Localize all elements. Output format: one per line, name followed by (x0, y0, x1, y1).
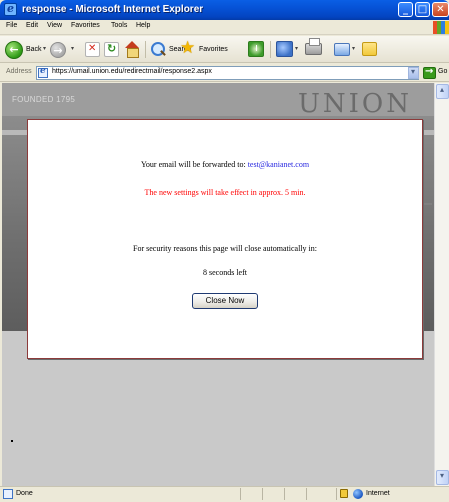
forward-prefix: Your email will be forwarded to: (140, 160, 248, 169)
window-title: response - Microsoft Internet Explorer (22, 4, 204, 15)
status-separator (284, 488, 285, 500)
menu-edit[interactable]: Edit (26, 22, 38, 29)
status-page-icon (3, 489, 13, 499)
status-separator (240, 488, 241, 500)
page-marker (11, 440, 13, 442)
response-panel: Your email will be forwarded to: test@ka… (27, 119, 423, 359)
status-text: Done (16, 490, 33, 497)
go-icon[interactable] (423, 66, 436, 79)
search-icon[interactable] (150, 41, 166, 57)
close-window-button[interactable]: ✕ (432, 2, 449, 17)
close-now-button[interactable]: Close Now (192, 293, 258, 309)
home-icon[interactable] (124, 41, 140, 58)
address-label: Address (6, 68, 32, 75)
stop-icon[interactable] (85, 42, 100, 57)
forward-icon[interactable]: → (50, 42, 66, 58)
countdown-text: 8 seconds left (203, 268, 247, 277)
back-icon[interactable]: ← (5, 41, 23, 59)
favorites-button-label[interactable]: Favorites (199, 46, 228, 53)
forward-message: Your email will be forwarded to: test@ka… (28, 160, 422, 169)
maximize-button[interactable]: □ (415, 2, 430, 17)
browser-window: response - Microsoft Internet Explorer _… (0, 0, 449, 502)
internet-zone-icon (353, 489, 363, 499)
close-icon: ✕ (436, 4, 445, 15)
history-icon[interactable] (248, 41, 264, 57)
status-separator (306, 488, 307, 500)
mail-dropdown-icon[interactable]: ▾ (295, 45, 298, 52)
favorites-star-icon[interactable]: ★ (180, 39, 195, 56)
ie-app-icon[interactable] (4, 2, 17, 16)
refresh-icon[interactable] (104, 42, 119, 57)
forward-email-link[interactable]: test@kanianet.com (248, 160, 309, 169)
founded-text: FOUNDED 1795 (12, 95, 76, 104)
status-separator (336, 488, 337, 500)
menu-file[interactable]: File (6, 22, 17, 29)
menu-favorites[interactable]: Favorites (71, 22, 100, 29)
discuss-icon[interactable] (362, 42, 377, 56)
scroll-up-icon[interactable] (436, 84, 449, 99)
back-button-label[interactable]: Back (26, 46, 42, 53)
page-icon (38, 66, 48, 78)
print-icon[interactable] (305, 38, 322, 55)
edit-icon[interactable] (334, 43, 350, 56)
menu-tools[interactable]: Tools (111, 22, 127, 29)
toolbar-separator (270, 41, 271, 58)
scroll-down-icon[interactable] (436, 470, 449, 485)
forward-dropdown-icon[interactable]: ▾ (71, 45, 74, 52)
minimize-icon: _ (403, 4, 408, 15)
toolbar-separator (145, 41, 146, 58)
lock-icon[interactable] (340, 489, 348, 498)
menu-view[interactable]: View (47, 22, 62, 29)
mail-icon[interactable] (276, 41, 293, 57)
back-dropdown-icon[interactable]: ▾ (43, 45, 46, 52)
maximize-icon: □ (417, 4, 428, 15)
menu-help[interactable]: Help (136, 22, 150, 29)
address-url[interactable]: https://umail.union.edu/redirectmail/res… (52, 68, 212, 75)
edit-dropdown-icon[interactable]: ▾ (352, 45, 355, 52)
vertical-scrollbar[interactable] (434, 83, 449, 486)
menu-bar (0, 20, 449, 35)
windows-logo-icon (433, 21, 449, 34)
zone-text: Internet (366, 490, 390, 497)
page-header: FOUNDED 1795 UNION (2, 83, 434, 119)
address-dropdown-icon[interactable] (408, 67, 419, 79)
status-separator (262, 488, 263, 500)
security-notice: For security reasons this page will clos… (133, 244, 317, 253)
go-button-label[interactable]: Go (438, 68, 447, 75)
settings-notice: The new settings will take effect in app… (144, 188, 306, 197)
union-logo: UNION (298, 89, 412, 119)
minimize-button[interactable]: _ (398, 2, 413, 17)
